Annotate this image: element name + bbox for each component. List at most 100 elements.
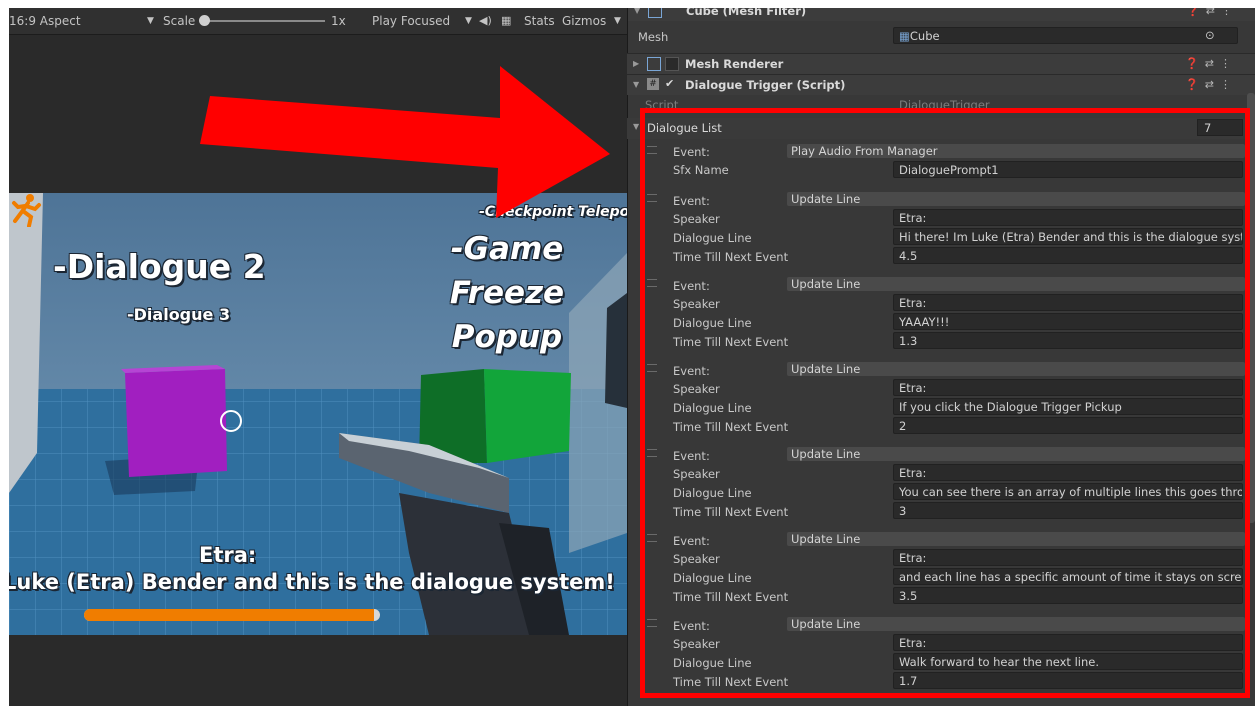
list-item: Event: Update Line Speaker Etra: Dialogu… — [645, 615, 1249, 700]
speaker-field[interactable]: Etra: — [893, 379, 1243, 396]
sfx-name-field[interactable]: DialoguePrompt1 — [893, 161, 1243, 178]
time-till-next-field[interactable]: 4.5 — [893, 247, 1243, 264]
game-view: 16:9 Aspect ▼ Scale 1x Play Focused ▼ ◀)… — [9, 8, 627, 706]
time-till-next-label: Time Till Next Event — [673, 420, 789, 434]
script-label: Script — [645, 98, 679, 112]
grid-icon[interactable]: ▦ — [501, 14, 511, 27]
time-till-next-field[interactable]: 1.3 — [893, 332, 1243, 349]
event-label: Event: — [673, 194, 710, 208]
time-till-next-field[interactable]: 2 — [893, 417, 1243, 434]
list-item: Event: Update Line Speaker Etra: Dialogu… — [645, 445, 1249, 530]
aspect-dropdown[interactable]: 16:9 Aspect — [9, 14, 81, 28]
time-till-next-field[interactable]: 1.7 — [893, 672, 1243, 689]
event-dropdown[interactable]: Update Line — [787, 447, 1245, 461]
dialogue-line-label: Dialogue Line — [673, 656, 752, 670]
event-dropdown[interactable]: Update Line — [787, 192, 1245, 206]
dialogue-line-field[interactable]: Hi there! Im Luke (Etra) Bender and this… — [893, 228, 1243, 245]
component-menu-icons[interactable]: ❓⇄⋮ — [1185, 78, 1237, 91]
speaker-field[interactable]: Etra: — [893, 464, 1243, 481]
speaker-label: Speaker — [673, 297, 720, 311]
mesh-renderer-icon — [647, 57, 661, 71]
component-title: Mesh Renderer — [685, 57, 784, 71]
dialogue-line-label: Dialogue Line — [673, 571, 752, 585]
time-till-next-label: Time Till Next Event — [673, 675, 789, 689]
list-item: Event: Play Audio From Manager Sfx Name … — [645, 142, 1249, 182]
speaker-label: Speaker — [673, 382, 720, 396]
event-label: Event: — [673, 534, 710, 548]
dialogue-line-field[interactable]: and each line has a specific amount of t… — [893, 568, 1243, 585]
unity-editor: 16:9 Aspect ▼ Scale 1x Play Focused ▼ ◀)… — [9, 8, 1255, 706]
dialogue-list-label: Dialogue List — [647, 121, 722, 135]
inspector-scrollbar[interactable] — [1247, 93, 1255, 523]
script-field: DialogueTrigger — [899, 98, 990, 112]
foldout-arrow-icon[interactable]: ▼ — [633, 122, 639, 131]
scene-label-game-freeze: -Game Freeze Popup — [449, 231, 565, 355]
scale-label: Scale — [163, 14, 196, 28]
scale-slider-handle[interactable] — [199, 15, 210, 26]
play-mode-dropdown[interactable]: Play Focused — [372, 14, 450, 28]
mesh-field[interactable]: ▦Cube — [893, 27, 1238, 44]
mute-audio-icon[interactable]: ◀) — [479, 14, 492, 27]
drag-handle-icon[interactable] — [647, 194, 657, 202]
component-header-mesh-filter[interactable]: ▼ Cube (Mesh Filter) ❓⇄⋮ — [628, 8, 1255, 21]
scale-slider-track[interactable] — [205, 20, 325, 22]
component-header-mesh-renderer[interactable]: ▶ Mesh Renderer ❓⇄⋮ — [627, 53, 1255, 74]
drag-handle-icon[interactable] — [647, 619, 657, 627]
foldout-arrow-icon[interactable]: ▶ — [633, 59, 639, 68]
scale-value: 1x — [331, 14, 346, 28]
dialogue-list-size-field[interactable]: 7 — [1197, 119, 1243, 136]
speaker-label: Speaker — [673, 637, 720, 651]
play-mode-caret-icon[interactable]: ▼ — [465, 16, 472, 26]
dialogue-line-field[interactable]: If you click the Dialogue Trigger Pickup — [893, 398, 1243, 415]
list-item: Event: Update Line Speaker Etra: Dialogu… — [645, 190, 1249, 275]
event-dropdown[interactable]: Update Line — [787, 362, 1245, 376]
list-item: Event: Update Line Speaker Etra: Dialogu… — [645, 530, 1249, 615]
event-label: Event: — [673, 619, 710, 633]
mesh-filter-icon — [648, 8, 662, 18]
mesh-grid-icon: ▦ — [899, 29, 910, 43]
scene-label-dialogue-3: -Dialogue 3 — [127, 305, 231, 324]
time-till-next-field[interactable]: 3.5 — [893, 587, 1243, 604]
speaker-field[interactable]: Etra: — [893, 634, 1243, 651]
dialogue-line-label: Dialogue Line — [673, 316, 752, 330]
gizmos-caret-icon[interactable]: ▼ — [614, 16, 621, 26]
dialogue-timer-fill — [84, 609, 375, 621]
drag-handle-icon[interactable] — [647, 279, 657, 287]
purple-cube — [125, 369, 227, 477]
game-scene[interactable]: -Dialogue 2 -Dialogue 3 -Checkpoint Tele… — [9, 193, 627, 635]
dialogue-line: Luke (Etra) Bender and this is the dialo… — [9, 570, 615, 594]
event-dropdown[interactable]: Update Line — [787, 532, 1245, 546]
drag-handle-icon[interactable] — [647, 146, 657, 154]
list-item: Event: Update Line Speaker Etra: Dialogu… — [645, 360, 1249, 445]
dialogue-line-field[interactable]: You can see there is an array of multipl… — [893, 483, 1243, 500]
speaker-field[interactable]: Etra: — [893, 209, 1243, 226]
event-dropdown[interactable]: Play Audio From Manager — [787, 144, 1245, 158]
drag-handle-icon[interactable] — [647, 534, 657, 542]
component-header-dialogue-trigger[interactable]: ▼ # ✔ Dialogue Trigger (Script) ❓⇄⋮ — [627, 74, 1255, 95]
drag-handle-icon[interactable] — [647, 364, 657, 372]
speaker-field[interactable]: Etra: — [893, 549, 1243, 566]
object-picker-icon[interactable]: ⊙ — [1205, 28, 1215, 42]
speaker-field[interactable]: Etra: — [893, 294, 1243, 311]
event-dropdown[interactable]: Update Line — [787, 617, 1245, 631]
aspect-caret-icon[interactable]: ▼ — [147, 16, 154, 26]
drag-handle-icon[interactable] — [647, 449, 657, 457]
gizmos-button[interactable]: Gizmos — [562, 14, 606, 28]
event-dropdown[interactable]: Update Line — [787, 277, 1245, 291]
list-item: Event: Update Line Speaker Etra: Dialogu… — [645, 275, 1249, 360]
foldout-arrow-icon[interactable]: ▼ — [633, 80, 639, 89]
dialogue-list-header[interactable]: ▼ Dialogue List — [627, 118, 1255, 139]
scene-label-dialogue-2: -Dialogue 2 — [53, 247, 266, 286]
time-till-next-field[interactable]: 3 — [893, 502, 1243, 519]
component-menu-icons[interactable]: ❓⇄⋮ — [1185, 57, 1237, 70]
stats-button[interactable]: Stats — [524, 14, 555, 28]
foldout-arrow-icon[interactable]: ▼ — [634, 8, 640, 15]
enabled-checkbox[interactable]: ✔ — [665, 78, 677, 90]
dialogue-line-field[interactable]: YAAAY!!! — [893, 313, 1243, 330]
sfx-name-label: Sfx Name — [673, 163, 729, 177]
dialogue-timer-bar — [84, 609, 380, 621]
component-title: Cube (Mesh Filter) — [686, 8, 807, 18]
dialogue-line-field[interactable]: Walk forward to hear the next line. — [893, 653, 1243, 670]
component-menu-icons[interactable]: ❓⇄⋮ — [1186, 8, 1238, 17]
enabled-checkbox[interactable] — [665, 57, 679, 71]
